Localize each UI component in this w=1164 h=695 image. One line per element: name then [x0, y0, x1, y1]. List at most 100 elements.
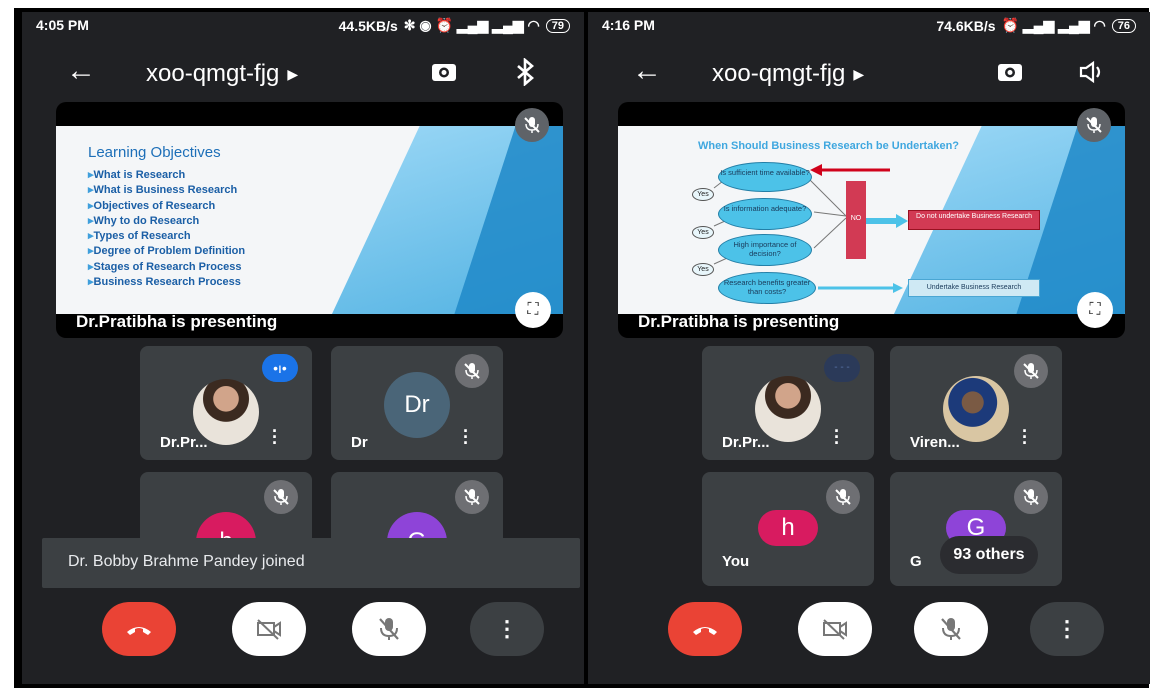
- slide-list-item: Types of Research: [88, 229, 245, 244]
- participant-tile[interactable]: •ı• Dr.Pr... · · ·: [140, 346, 312, 460]
- flowchart-node: Is sufficient time available?: [718, 162, 812, 192]
- flowchart-label: Yes: [692, 263, 714, 276]
- mic-off-icon: [941, 618, 961, 640]
- participant-tile[interactable]: h You: [702, 472, 874, 586]
- screen-share-view[interactable]: Learning Objectives What is Research Wha…: [56, 102, 563, 338]
- mic-off-icon: [264, 480, 298, 514]
- presentation-slide: When Should Business Research be Underta…: [618, 126, 1125, 314]
- status-icons: 74.6KB/s ⏰ ▂▄▆ ▂▄▆ ◠ 76: [936, 17, 1136, 34]
- end-call-icon: [127, 627, 151, 635]
- slide-list-item: Degree of Problem Definition: [88, 244, 246, 259]
- camera-toggle-button[interactable]: [232, 602, 306, 656]
- flowchart-node: Research benefits greater than costs?: [718, 272, 816, 304]
- back-arrow-icon[interactable]: ←: [632, 56, 662, 86]
- meeting-code: xoo-qmgt-fjg: [712, 60, 846, 87]
- battery-level: 79: [545, 18, 570, 33]
- flowchart-outcome: Do not undertake Business Research: [908, 210, 1040, 230]
- participant-name: G: [910, 553, 922, 570]
- participant-name: Dr.Pr...: [722, 434, 770, 451]
- avatar: [943, 376, 1009, 442]
- chevron-right-icon: ▶: [853, 66, 865, 83]
- more-vert-icon: ⋮: [1056, 616, 1078, 641]
- participant-name: You: [722, 553, 750, 570]
- status-time: 4:05 PM: [36, 17, 89, 33]
- avatar: h: [758, 510, 818, 546]
- slide-list-item: What is Research: [88, 168, 245, 183]
- fullscreen-icon[interactable]: ⛶: [1077, 292, 1113, 328]
- mic-off-icon: [1077, 108, 1111, 142]
- presenting-label: Dr.Pratibha is presenting: [76, 312, 278, 331]
- join-notification: Dr. Bobby Brahme Pandey joined: [42, 538, 580, 588]
- network-speed: 74.6KB/s: [936, 17, 996, 34]
- end-call-button[interactable]: [102, 602, 176, 656]
- mic-toggle-button[interactable]: [352, 602, 426, 656]
- presentation-slide: Learning Objectives What is Research Wha…: [56, 126, 563, 314]
- slide-list-item: Objectives of Research: [88, 199, 245, 214]
- video-off-icon: [257, 619, 281, 640]
- mic-off-icon: [826, 480, 860, 514]
- mic-toggle-button[interactable]: [914, 602, 988, 656]
- more-vert-icon[interactable]: · · ·: [1020, 422, 1030, 452]
- participant-tile[interactable]: Viren... · · ·: [890, 346, 1062, 460]
- signal-icons: ⏰ ▂▄▆ ▂▄▆ ◠: [1001, 17, 1106, 33]
- left-phone-screen: 4:05 PM 44.5KB/s ✻ ◉ ⏰ ▂▄▆ ▂▄▆ ◠ 79 ← xo…: [22, 12, 584, 684]
- switch-camera-icon[interactable]: [996, 58, 1024, 86]
- status-bar: 4:05 PM 44.5KB/s ✻ ◉ ⏰ ▂▄▆ ▂▄▆ ◠ 79: [22, 12, 584, 36]
- flowchart-label: Yes: [692, 188, 714, 201]
- meeting-title[interactable]: xoo-qmgt-fjg ▶: [712, 60, 864, 88]
- more-vert-icon: ⋮: [496, 616, 518, 641]
- slide-list: What is Research What is Business Resear…: [88, 168, 246, 290]
- slide-list-item: Business Research Process: [88, 275, 245, 290]
- app-bar: ← xoo-qmgt-fjg ▶: [588, 42, 1150, 102]
- slide-title: Learning Objectives: [88, 144, 221, 161]
- flowchart-node: Is information adequate?: [718, 198, 812, 230]
- flowchart-label: Yes: [692, 226, 714, 239]
- status-time: 4:16 PM: [602, 17, 655, 33]
- signal-icons: ✻ ◉ ⏰ ▂▄▆ ▂▄▆ ◠: [403, 17, 540, 33]
- flowchart-no-bar: NO: [846, 181, 866, 259]
- bluetooth-icon[interactable]: [512, 58, 538, 86]
- network-speed: 44.5KB/s: [338, 17, 398, 34]
- more-options-button[interactable]: ⋮: [470, 602, 544, 656]
- fullscreen-icon[interactable]: ⛶: [515, 292, 551, 328]
- more-vert-icon[interactable]: · · ·: [832, 422, 842, 452]
- mic-off-icon: [515, 108, 549, 142]
- meeting-title[interactable]: xoo-qmgt-fjg ▶: [146, 60, 298, 88]
- mic-off-icon: [1014, 354, 1048, 388]
- right-phone-screen: 4:16 PM 74.6KB/s ⏰ ▂▄▆ ▂▄▆ ◠ 76 ← xoo-qm…: [588, 12, 1150, 684]
- video-off-icon: [823, 619, 847, 640]
- camera-toggle-button[interactable]: [798, 602, 872, 656]
- flowchart-outcome: Undertake Business Research: [908, 279, 1040, 297]
- others-count-chip[interactable]: 93 others: [940, 536, 1038, 574]
- status-bar: 4:16 PM 74.6KB/s ⏰ ▂▄▆ ▂▄▆ ◠ 76: [588, 12, 1150, 36]
- flowchart-connectors: [713, 164, 908, 293]
- app-bar: ← xoo-qmgt-fjg ▶: [22, 42, 584, 102]
- more-options-button[interactable]: ⋮: [1030, 602, 1104, 656]
- avatar: [755, 376, 821, 442]
- chevron-right-icon: ▶: [287, 66, 299, 83]
- slide-list-item: What is Business Research: [88, 183, 245, 198]
- speaking-indicator-icon: - - -: [824, 354, 860, 382]
- end-call-icon: [693, 627, 717, 635]
- slide-list-item: Stages of Research Process: [88, 260, 245, 275]
- more-vert-icon[interactable]: · · ·: [270, 422, 280, 452]
- participant-tile[interactable]: - - - Dr.Pr... · · ·: [702, 346, 874, 460]
- participant-name: Dr.Pr...: [160, 434, 208, 451]
- end-call-button[interactable]: [668, 602, 742, 656]
- presenting-label: Dr.Pratibha is presenting: [638, 312, 840, 331]
- mic-off-icon: [455, 354, 489, 388]
- speaker-icon[interactable]: [1078, 58, 1104, 86]
- participant-name: Dr: [351, 434, 368, 451]
- participant-tile[interactable]: Dr Dr · · ·: [331, 346, 503, 460]
- avatar: Dr: [384, 372, 450, 438]
- flowchart-node: High importance of decision?: [718, 234, 812, 266]
- more-vert-icon[interactable]: · · ·: [461, 422, 471, 452]
- switch-camera-icon[interactable]: [430, 58, 458, 86]
- participant-name: Viren...: [910, 434, 960, 451]
- back-arrow-icon[interactable]: ←: [66, 56, 96, 86]
- screenshot-frame: 4:05 PM 44.5KB/s ✻ ◉ ⏰ ▂▄▆ ▂▄▆ ◠ 79 ← xo…: [14, 8, 1150, 688]
- mic-off-icon: [379, 618, 399, 640]
- mic-off-icon: [1014, 480, 1048, 514]
- screen-share-view[interactable]: When Should Business Research be Underta…: [618, 102, 1125, 338]
- status-icons: 44.5KB/s ✻ ◉ ⏰ ▂▄▆ ▂▄▆ ◠ 79: [339, 17, 570, 34]
